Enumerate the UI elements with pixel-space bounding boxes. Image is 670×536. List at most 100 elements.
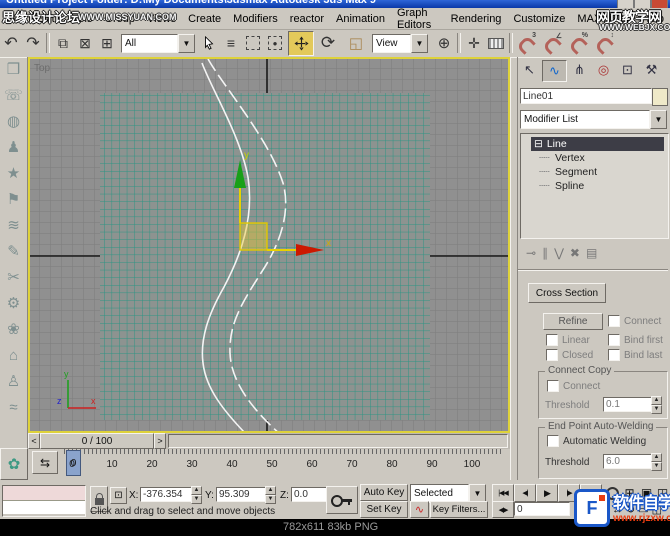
select-and-rotate-icon[interactable]: ⟳ xyxy=(317,32,339,54)
tab-create[interactable]: ↖ xyxy=(518,60,541,80)
select-by-name-icon[interactable]: ≡ xyxy=(220,32,242,54)
track-bar[interactable]: ⇆ 0 0 10 20 30 40 50 60 70 80 90 100 xyxy=(28,449,510,476)
zoom-extents-icon[interactable]: ▣ xyxy=(638,485,655,501)
menu-item-4[interactable]: Views xyxy=(141,13,182,25)
bind-last-checkbox[interactable]: Bind last xyxy=(608,349,662,361)
menu-item-8[interactable]: Animation xyxy=(330,13,391,25)
open-mini-curve-editor-button[interactable]: ⇆ xyxy=(32,451,58,474)
house-icon[interactable]: ⌂ xyxy=(0,343,27,369)
gear-icon[interactable]: ⚙ xyxy=(0,291,27,317)
listener-macro-row[interactable] xyxy=(3,486,85,501)
reference-coordinate-system-dropdown[interactable]: View ▼ xyxy=(372,33,428,53)
zoom-icon[interactable] xyxy=(604,485,621,501)
menu-item-1[interactable]: Edit xyxy=(30,13,61,25)
window-crossing-icon[interactable]: ● xyxy=(264,32,286,54)
connect-copy-checkbox[interactable]: Connect xyxy=(547,380,600,392)
menu-item-13[interactable]: Help xyxy=(635,13,670,25)
object-color-swatch[interactable] xyxy=(652,88,668,106)
maximize-button[interactable] xyxy=(634,0,651,8)
undo-icon[interactable]: ↶ xyxy=(0,32,22,54)
arc-rotate-icon[interactable]: ↻ xyxy=(626,503,635,516)
minimize-button[interactable] xyxy=(617,0,634,8)
auto-key-button[interactable]: Auto Key xyxy=(360,484,408,501)
menu-item-9[interactable]: Graph Editors xyxy=(391,7,445,31)
sphere-icon[interactable]: ◍ xyxy=(0,109,27,135)
z-coordinate-field[interactable]: 0.0 xyxy=(291,487,327,502)
previous-frame-arrow[interactable]: < xyxy=(28,433,40,449)
current-frame-field[interactable]: 0 xyxy=(514,502,570,516)
key-filters-button[interactable]: Key Filters... xyxy=(430,501,488,518)
configure-modifier-sets-icon[interactable]: ▤ xyxy=(586,246,597,260)
redo-icon[interactable]: ↷ xyxy=(22,32,44,54)
star-icon[interactable]: ★ xyxy=(0,161,27,187)
weld-threshold-field[interactable]: 6.0 xyxy=(603,454,653,469)
use-pivot-point-center-icon[interactable]: ⊕ xyxy=(433,32,455,54)
close-button[interactable] xyxy=(651,0,668,8)
select-and-manipulate-icon[interactable]: ✛ xyxy=(463,32,485,54)
set-key-button[interactable]: Set Key xyxy=(360,501,408,518)
menu-item-10[interactable]: Rendering xyxy=(445,13,508,25)
menu-item-5[interactable]: Create xyxy=(182,13,227,25)
select-and-scale-icon[interactable]: ◱ xyxy=(345,32,367,54)
menu-item-12[interactable]: MAXScript xyxy=(571,13,635,25)
rectangular-selection-region-icon[interactable] xyxy=(242,32,264,54)
stack-item-line[interactable]: ⊟ Line xyxy=(531,137,664,151)
springs-icon[interactable]: ≋ xyxy=(0,213,27,239)
tab-utilities[interactable]: ⚒ xyxy=(640,60,663,80)
region-zoom-icon[interactable]: ▭ xyxy=(638,503,648,516)
threshold-spinner[interactable]: ▲ ▼ xyxy=(651,396,662,414)
tab-motion[interactable]: ◎ xyxy=(592,60,615,80)
spinner-top-icon[interactable]: ♟ xyxy=(0,135,27,161)
tab-modify[interactable]: ∿ xyxy=(542,60,567,82)
menu-item-2[interactable]: Tools xyxy=(61,13,99,25)
stack-subobject-1[interactable]: Segment xyxy=(531,165,668,179)
dropdown-arrow-icon[interactable]: ▼ xyxy=(650,110,667,129)
menu-item-6[interactable]: Modifiers xyxy=(227,13,284,25)
menu-item-7[interactable]: reactor xyxy=(284,13,330,25)
zoom-extents-all-icon[interactable]: ◳ xyxy=(655,485,670,501)
bind-to-space-warp-icon[interactable]: ⊞ xyxy=(96,32,118,54)
threshold-spinner[interactable]: ▲ ▼ xyxy=(651,453,662,471)
viewport-top[interactable]: y x y x z Top xyxy=(28,57,510,436)
maxscript-mini-listener[interactable] xyxy=(2,485,86,517)
zoom-all-icon[interactable]: ⊞ xyxy=(621,485,638,501)
modifier-stack[interactable]: ⊟ Line VertexSegmentSpline xyxy=(520,133,669,239)
scissors-icon[interactable]: ✂ xyxy=(0,265,27,291)
time-slider-track[interactable] xyxy=(168,434,508,448)
menu-item-0[interactable]: File xyxy=(0,13,30,25)
min-max-toggle-icon[interactable]: ◱ xyxy=(652,503,662,516)
pin-stack-icon[interactable]: ⊸ xyxy=(526,246,536,260)
angle-snap-toggle-icon[interactable]: ∠ xyxy=(541,32,563,55)
phone-icon[interactable]: ☏ xyxy=(0,83,27,109)
connect-checkbox[interactable]: Connect xyxy=(608,315,661,327)
connect-copy-threshold-field[interactable]: 0.1 xyxy=(603,397,653,412)
go-to-end-button[interactable]: ▶▶| xyxy=(580,484,602,502)
play-button[interactable]: ▶ xyxy=(536,484,558,502)
show-end-result-icon[interactable]: ∥ xyxy=(542,246,548,260)
menu-item-3[interactable]: Group xyxy=(98,13,141,25)
pan-icon[interactable]: ↔ xyxy=(612,504,623,516)
stack-subobject-2[interactable]: Spline xyxy=(531,179,668,193)
chisel-icon[interactable]: ✎ xyxy=(0,239,27,265)
refine-button[interactable]: Refine xyxy=(543,313,603,330)
y-spinner[interactable]: ▲ ▼ xyxy=(265,486,276,504)
cross-section-button[interactable]: Cross Section xyxy=(528,283,606,303)
y-coordinate-field[interactable]: 95.309 xyxy=(216,487,268,502)
x-coordinate-field[interactable]: -376.354 xyxy=(140,487,194,502)
default-in-out-tangent-icon[interactable]: ∿ xyxy=(410,501,429,518)
figure-icon[interactable]: ♙ xyxy=(0,369,27,395)
dropdown-arrow-icon[interactable]: ▼ xyxy=(178,33,195,53)
snap-toggle-3d-icon[interactable]: 3 xyxy=(515,32,537,55)
make-unique-icon[interactable]: ⋁ xyxy=(554,246,564,260)
next-frame-button[interactable]: |▶ xyxy=(558,484,580,502)
listener-script-row[interactable] xyxy=(3,501,85,514)
closed-checkbox[interactable]: Closed xyxy=(546,349,593,361)
boxes-icon[interactable]: ❒ xyxy=(0,57,27,83)
select-and-move-button[interactable] xyxy=(288,30,314,56)
time-slider-handle[interactable]: 0 / 100 xyxy=(40,433,154,449)
expander-icon[interactable]: ⊟ xyxy=(534,138,543,150)
go-to-start-button[interactable]: |◀◀ xyxy=(492,484,514,502)
select-and-link-icon[interactable]: ⧉ xyxy=(52,32,74,54)
linear-checkbox[interactable]: Linear xyxy=(546,334,590,346)
modifier-list-dropdown[interactable]: Modifier List ▼ xyxy=(520,110,667,129)
